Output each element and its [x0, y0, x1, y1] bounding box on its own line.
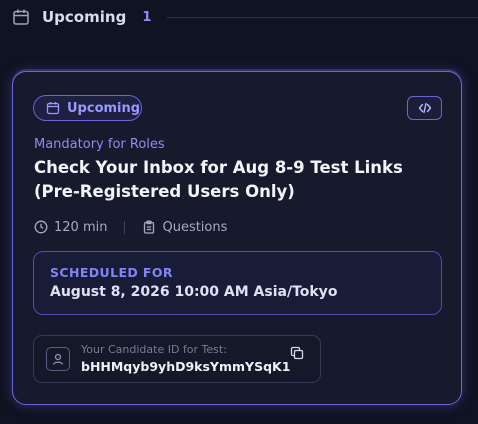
duration-text: 120 min [54, 219, 108, 235]
section-header: Upcoming 1 [12, 6, 478, 28]
code-icon [418, 102, 431, 114]
schedule-box: SCHEDULED FOR August 8, 2026 10:00 AM As… [33, 251, 442, 315]
card-meta: 120 min Questions [34, 218, 227, 236]
section-title: Upcoming [42, 8, 127, 26]
schedule-label: SCHEDULED FOR [50, 265, 173, 280]
candidate-id-box: Your Candidate ID for Test: bHHMqyb9yhD9… [33, 335, 321, 383]
schedule-value: August 8, 2026 10:00 AM Asia/Tokyo [50, 284, 338, 300]
candidate-id-value: bHHMqyb9yhD9ksYmmYSqK1 [81, 359, 291, 374]
clock-icon [34, 220, 48, 234]
calendar-icon [46, 102, 60, 115]
calendar-icon [12, 8, 30, 26]
status-badge: Upcoming [33, 95, 142, 121]
clipboard-icon [144, 220, 155, 234]
section-divider [167, 16, 478, 18]
section-count: 1 [142, 9, 152, 25]
candidate-id-caption: Your Candidate ID for Test: [81, 343, 227, 356]
copy-icon[interactable] [290, 346, 304, 360]
status-label: Upcoming [67, 100, 141, 116]
card-title[interactable]: Check Your Inbox for Aug 8-9 Test Links … [34, 156, 444, 204]
meta-separator [124, 220, 126, 234]
test-card[interactable]: Upcoming Mandatory for Roles Check Your … [12, 71, 462, 405]
embed-code-button[interactable] [407, 96, 442, 120]
card-kicker: Mandatory for Roles [34, 137, 165, 152]
user-icon [46, 347, 70, 371]
questions-text: Questions [162, 219, 228, 235]
